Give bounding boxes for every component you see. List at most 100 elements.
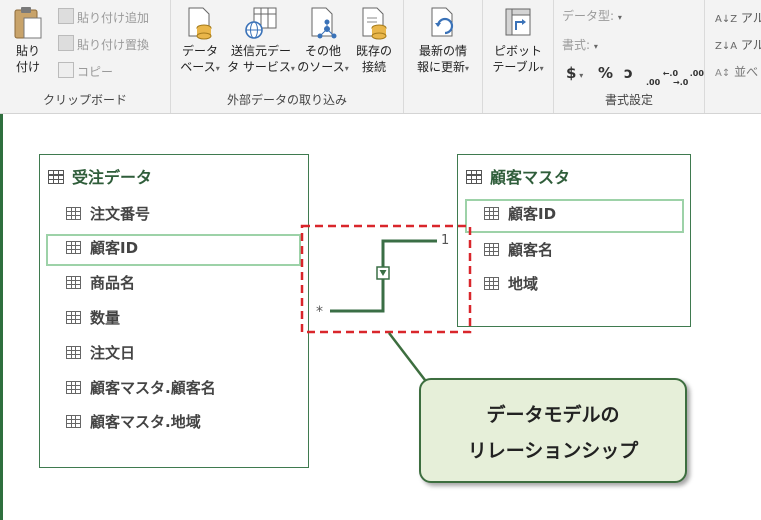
clipboard-group: 貼り 付け 貼り付け追加 貼り付け置換 コピー クリップボード — [0, 0, 171, 113]
existing-connections-button[interactable]: 既存の 接続 — [349, 6, 399, 75]
percent-icon: % — [598, 64, 614, 82]
sort-by-label: 並べ — [734, 65, 759, 79]
chevron-down-icon: ▾ — [617, 13, 622, 22]
customers-table-title-text: 顧客マスタ — [490, 168, 571, 187]
column-icon — [484, 207, 499, 220]
field-label: 顧客名 — [508, 241, 554, 259]
database-icon — [188, 7, 212, 40]
data-type-dropdown[interactable]: データ型: ▾ — [562, 6, 622, 26]
paste-label-2: 付け — [15, 60, 40, 74]
comma-icon: ɔ — [624, 64, 633, 82]
chevron-down-icon: ▾ — [215, 64, 220, 73]
customers-field[interactable]: 地域 — [484, 271, 538, 297]
sort-az-label: アル — [740, 11, 761, 25]
data-type-label: データ型: — [562, 9, 615, 23]
from-data-service-button[interactable]: 送信元デー タ サービス▾ — [227, 6, 295, 77]
from-database-label-2: ベース — [180, 60, 216, 74]
column-icon — [66, 311, 81, 324]
customers-field[interactable]: 顧客ID — [484, 201, 556, 227]
sort-by-icon: A↕ — [715, 68, 731, 79]
copy-label: コピー — [77, 65, 114, 79]
percent-button[interactable]: % — [598, 63, 613, 83]
orders-field[interactable]: 注文日 — [66, 340, 135, 366]
orders-field[interactable]: 顧客マスタ.顧客名 — [66, 375, 216, 401]
paste-append-label: 貼り付け追加 — [77, 11, 150, 25]
sort-za-icon: Z↓A — [715, 41, 738, 52]
from-other-sources-label-2: のソース — [297, 60, 345, 74]
column-icon — [66, 381, 81, 394]
column-icon — [66, 415, 81, 428]
sort-za-label: アル — [740, 38, 761, 52]
field-label: 顧客ID — [508, 205, 557, 223]
chevron-down-icon: ▾ — [576, 71, 584, 80]
existing-connections-label-2: 接続 — [361, 60, 386, 74]
format-group: データ型: ▾ 書式: ▾ $ ▾ % ɔ ←.0 .00 .00 →.0 書式… — [554, 0, 705, 113]
comma-style-button[interactable]: ɔ — [624, 63, 633, 83]
field-label: 地域 — [508, 275, 539, 293]
from-other-sources-label-1: その他 — [304, 44, 341, 58]
column-icon — [66, 276, 81, 289]
table-icon — [48, 170, 64, 184]
format-group-label: 書式設定 — [604, 93, 653, 107]
chevron-down-icon: ▾ — [465, 64, 470, 73]
from-database-button[interactable]: データ ベース▾ — [175, 6, 225, 77]
format-label: 書式: — [562, 38, 591, 52]
field-label: 顧客ID — [90, 239, 139, 257]
field-label: 顧客マスタ.地域 — [90, 413, 201, 431]
orders-field[interactable]: 顧客ID — [66, 235, 138, 261]
refresh-all-label-1: 最新の情 — [418, 44, 467, 58]
column-icon — [66, 241, 81, 254]
data-service-icon — [245, 7, 277, 39]
copy-icon — [58, 62, 74, 78]
refresh-all-button[interactable]: 最新の情 報に更新▾ — [410, 6, 476, 77]
from-other-sources-button[interactable]: その他 のソース▾ — [297, 6, 349, 77]
clipboard-group-label: クリップボード — [42, 93, 127, 107]
one-cardinality-marker: 1 — [441, 233, 450, 248]
sort-za-button[interactable]: Z↓A アル — [715, 35, 761, 55]
orders-field[interactable]: 商品名 — [66, 270, 135, 296]
copy-button[interactable]: コピー — [58, 62, 113, 82]
column-icon — [484, 277, 499, 290]
pivot-table-label-2: テーブル — [492, 60, 540, 74]
from-data-service-label-2: タ サービス — [227, 60, 291, 74]
ribbon: 貼り 付け 貼り付け追加 貼り付け置換 コピー クリップボード データ ベース▾ — [0, 0, 761, 114]
column-icon — [66, 207, 81, 220]
existing-connections-label-1: 既存の — [355, 44, 392, 58]
pivot-table-button[interactable]: ピボット テーブル▾ — [489, 6, 547, 77]
pivot-table-label-1: ピボット — [493, 44, 542, 58]
table-icon — [466, 170, 482, 184]
currency-icon: $ — [566, 64, 577, 82]
paste-label-1: 貼り — [15, 44, 40, 58]
chevron-down-icon: ▾ — [290, 64, 295, 73]
field-label: 注文番号 — [90, 205, 151, 223]
from-database-label-1: データ — [181, 44, 218, 58]
orders-field[interactable]: 注文番号 — [66, 201, 150, 227]
pivot-table-icon — [505, 8, 531, 36]
paste-button[interactable]: 貼り 付け — [6, 6, 50, 75]
field-label: 数量 — [90, 309, 121, 327]
paste-replace-label: 貼り付け置換 — [77, 38, 150, 52]
external-data-group: データ ベース▾ 送信元デー タ サービス▾ その他 のソース▾ 既存の 接続 … — [171, 0, 404, 113]
customers-field[interactable]: 顧客名 — [484, 237, 553, 263]
external-data-group-label: 外部データの取り込み — [226, 93, 347, 107]
format-dropdown[interactable]: 書式: ▾ — [562, 35, 598, 55]
paste-replace-button[interactable]: 貼り付け置換 — [58, 35, 149, 55]
other-sources-icon — [311, 7, 337, 39]
paste-append-button[interactable]: 貼り付け追加 — [58, 8, 149, 28]
customers-table-title: 顧客マスタ — [466, 164, 570, 188]
refresh-group: 最新の情 報に更新▾ — [404, 0, 483, 113]
clipboard-icon — [14, 7, 42, 39]
column-icon — [66, 346, 81, 359]
sort-by-button[interactable]: A↕ 並べ — [715, 62, 758, 82]
orders-table-title-text: 受注データ — [72, 168, 153, 187]
existing-connections-icon — [362, 7, 387, 40]
currency-button[interactable]: $ ▾ — [566, 63, 583, 83]
decrease-decimal-icon: .00 →.0 — [673, 69, 704, 87]
orders-field[interactable]: 数量 — [66, 305, 120, 331]
sort-az-button[interactable]: A↓Z アル — [715, 8, 761, 28]
decrease-decimal-button[interactable]: .00 →.0 — [673, 60, 704, 87]
from-data-service-label-1: 送信元デー — [230, 44, 291, 58]
relationship-callout: データモデルの リレーションシップ — [419, 378, 687, 483]
paste-replace-icon — [58, 35, 74, 51]
orders-field[interactable]: 顧客マスタ.地域 — [66, 409, 201, 435]
